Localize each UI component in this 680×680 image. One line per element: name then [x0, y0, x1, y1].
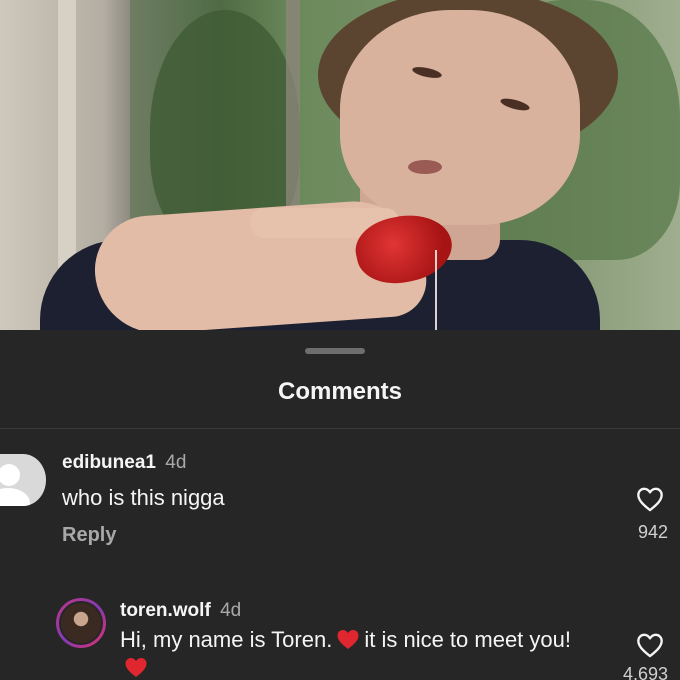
comment-item: toren.wolf 4d Hi, my name is Toren. it i…: [0, 592, 680, 680]
comment-text-part: Hi, my name is Toren.: [120, 627, 333, 652]
reply-button[interactable]: Reply: [62, 524, 116, 547]
comment-username[interactable]: edibunea1: [62, 452, 156, 473]
drag-handle[interactable]: [305, 348, 365, 354]
avatar[interactable]: [56, 598, 106, 648]
avatar-head: [0, 464, 20, 486]
comment-text: who is this nigga: [62, 485, 225, 510]
default-avatar-icon[interactable]: [0, 454, 46, 506]
comment-meta: edibunea1 4d: [62, 452, 186, 474]
comments-sheet: Comments edibunea1 4d who is this nigga …: [0, 330, 680, 680]
honey-drip: [435, 250, 437, 330]
sheet-title: Comments: [277, 378, 403, 405]
red-heart-emoji-icon: [125, 658, 147, 677]
like-count: 942: [637, 522, 668, 542]
like-count: 4,693: [622, 664, 668, 680]
comment-time: 4d: [165, 452, 187, 473]
divider: [0, 428, 680, 429]
comment-time: 4d: [220, 600, 242, 621]
comment-item: edibunea1 4d who is this nigga Reply 942: [0, 450, 680, 570]
heart-outline-icon[interactable]: [636, 486, 664, 512]
background-trunk: [286, 0, 300, 230]
video-player[interactable]: [0, 0, 680, 330]
heart-outline-icon[interactable]: [636, 632, 664, 658]
avatar-image: [61, 603, 101, 643]
person-mouth: [408, 160, 442, 174]
red-heart-emoji-icon: [337, 630, 359, 649]
avatar-body: [0, 488, 30, 506]
person-face: [340, 10, 580, 225]
comment-username[interactable]: toren.wolf: [120, 600, 211, 621]
screen: Comments edibunea1 4d who is this nigga …: [0, 0, 680, 680]
comment-meta: toren.wolf 4d: [120, 600, 241, 622]
comment-text: Hi, my name is Toren. it is nice to meet…: [120, 626, 600, 680]
comment-text-part: it is nice to meet you!: [364, 627, 571, 652]
avatar-ring: [59, 601, 103, 645]
